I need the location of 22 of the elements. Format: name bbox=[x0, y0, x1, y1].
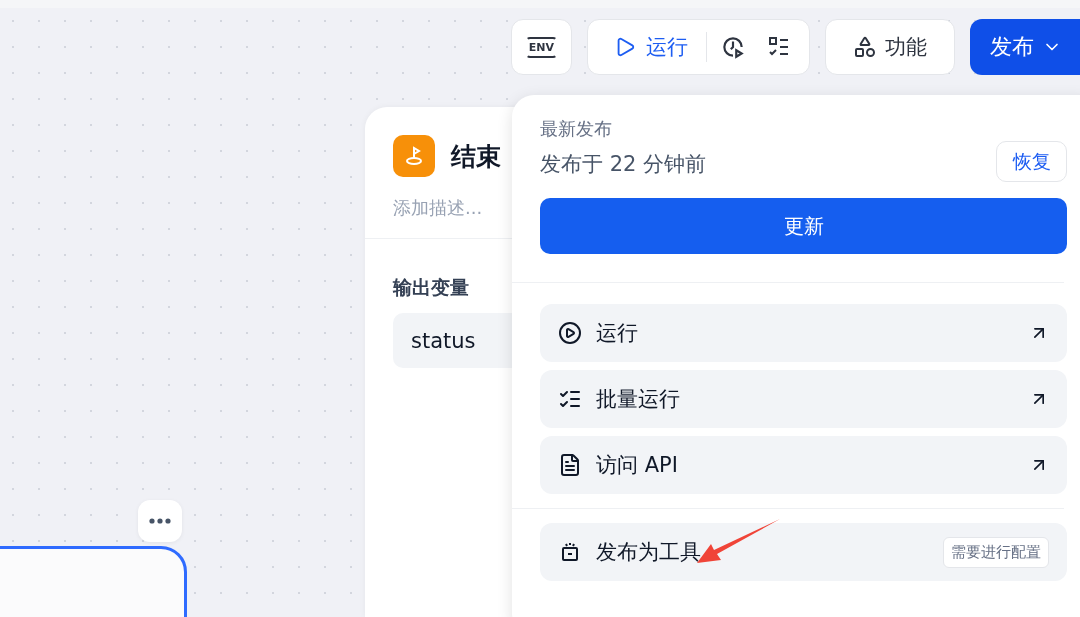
env-button[interactable]: ENV bbox=[510, 19, 572, 75]
menu-item[interactable]: 访问 API bbox=[540, 436, 1067, 494]
more-button[interactable] bbox=[138, 500, 182, 542]
menu-item[interactable]: 批量运行 bbox=[540, 370, 1067, 428]
menu-item[interactable]: 发布为工具 需要进行配置 bbox=[540, 523, 1067, 581]
more-icon bbox=[149, 518, 171, 524]
restore-button[interactable]: 恢复 bbox=[996, 141, 1067, 182]
section-title: 输出变量 bbox=[393, 275, 470, 300]
menu-heading: 最新发布 bbox=[540, 117, 613, 141]
publish-button[interactable]: 发布 bbox=[970, 19, 1080, 75]
document-icon bbox=[558, 453, 582, 477]
clock-play-icon bbox=[720, 34, 746, 60]
update-button[interactable]: 更新 bbox=[540, 198, 1067, 254]
menu-item[interactable]: 运行 bbox=[540, 304, 1067, 362]
features-button[interactable]: 功能 bbox=[825, 19, 955, 75]
flag-icon bbox=[393, 135, 435, 177]
shapes-icon bbox=[853, 35, 877, 59]
play-circle-icon bbox=[558, 321, 582, 345]
publish-time: 发布于 22 分钟前 bbox=[540, 150, 707, 178]
config-badge: 需要进行配置 bbox=[943, 536, 1049, 568]
node-title: 结束 bbox=[451, 140, 501, 173]
run-button[interactable]: 运行 bbox=[598, 27, 700, 67]
